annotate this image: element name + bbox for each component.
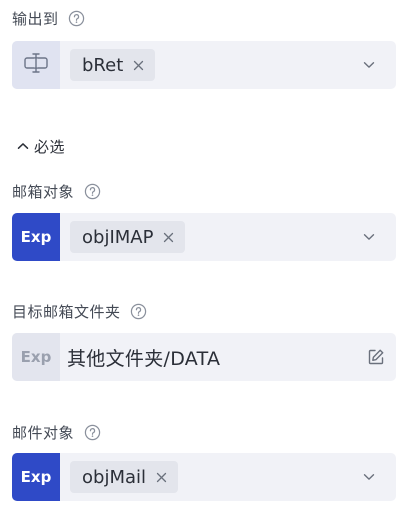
mail-object-field[interactable]: Exp objMail — [12, 453, 396, 501]
mailbox-object-label-row: 邮箱对象 — [12, 180, 101, 202]
mailbox-object-field[interactable]: Exp objIMAP — [12, 213, 396, 261]
target-folder-label-row: 目标邮箱文件夹 — [12, 300, 148, 322]
expression-prefix-button[interactable]: Exp — [12, 213, 60, 261]
question-circle-icon[interactable] — [130, 302, 148, 320]
question-circle-icon[interactable] — [83, 423, 101, 441]
question-circle-icon[interactable] — [83, 182, 101, 200]
close-icon[interactable] — [161, 230, 175, 244]
chevron-down-icon[interactable] — [362, 230, 376, 244]
mail-object-tag: objMail — [70, 461, 179, 493]
chevron-down-icon[interactable] — [362, 470, 376, 484]
output-variable-tag: bRet — [70, 49, 156, 81]
variable-prefix-button[interactable] — [12, 41, 60, 89]
output-tag-text: bRet — [82, 54, 124, 76]
expression-prefix-button[interactable]: Exp — [12, 333, 60, 381]
question-circle-icon[interactable] — [68, 9, 86, 27]
expression-prefix-button[interactable]: Exp — [12, 453, 60, 501]
mail-object-tag-text: objMail — [82, 466, 147, 488]
expression-prefix-label: Exp — [20, 228, 52, 246]
mail-object-label-row: 邮件对象 — [12, 421, 101, 443]
target-folder-field[interactable]: Exp 其他文件夹/DATA — [12, 333, 396, 381]
mailbox-object-tag-text: objIMAP — [82, 226, 154, 248]
required-section-toggle[interactable]: 必选 — [16, 135, 65, 157]
output-label-row: 输出到 — [12, 7, 86, 29]
chevron-up-icon — [16, 139, 30, 153]
mailbox-object-tag: objIMAP — [70, 221, 186, 253]
output-label: 输出到 — [12, 9, 59, 28]
edit-icon[interactable] — [366, 347, 386, 367]
close-icon[interactable] — [154, 470, 168, 484]
close-icon[interactable] — [131, 58, 145, 72]
mail-object-label: 邮件对象 — [12, 423, 75, 442]
required-section-label: 必选 — [34, 137, 66, 156]
target-folder-label: 目标邮箱文件夹 — [12, 302, 121, 321]
chevron-down-icon[interactable] — [362, 58, 376, 72]
output-field[interactable]: bRet — [12, 41, 396, 89]
mailbox-object-label: 邮箱对象 — [12, 182, 75, 201]
expression-prefix-label: Exp — [20, 348, 52, 366]
expression-prefix-label: Exp — [20, 468, 52, 486]
variable-cursor-icon — [23, 52, 49, 78]
target-folder-value: 其他文件夹/DATA — [67, 347, 221, 370]
